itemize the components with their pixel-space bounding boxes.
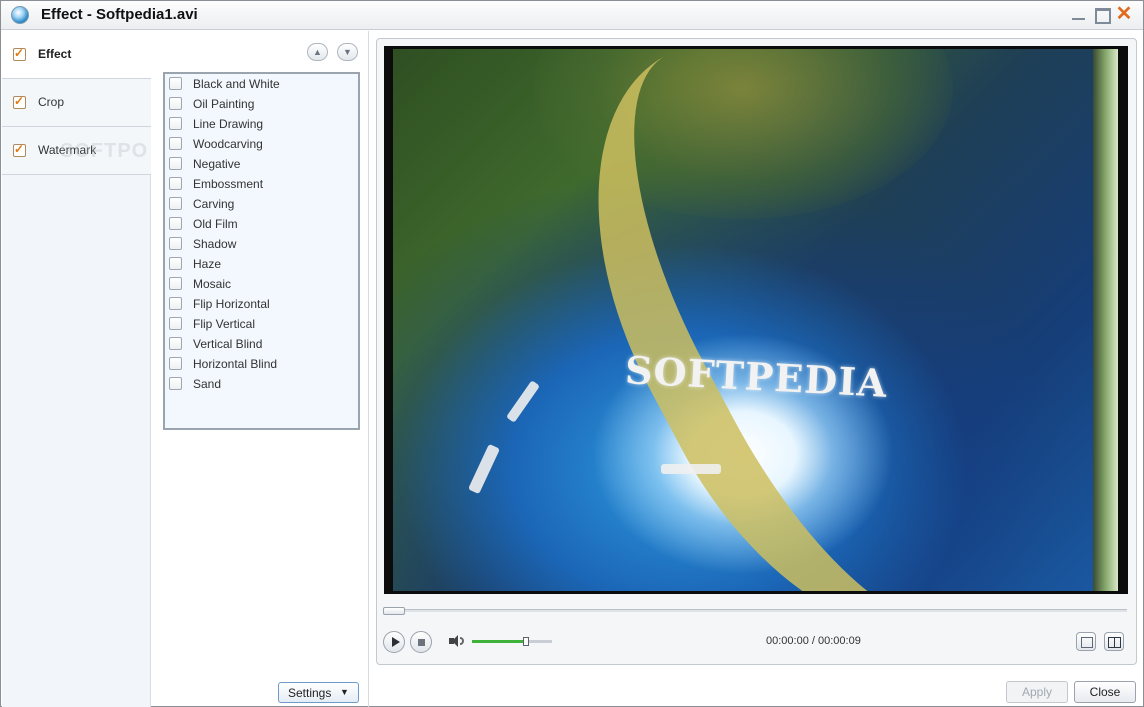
checkbox[interactable] — [169, 177, 182, 190]
stop-button[interactable] — [410, 631, 432, 653]
checkbox[interactable] — [169, 117, 182, 130]
minimize-icon[interactable] — [1069, 5, 1089, 25]
checkbox[interactable] — [169, 277, 182, 290]
checkbox[interactable] — [169, 377, 182, 390]
video-light-streak — [467, 443, 501, 495]
checkbox[interactable] — [169, 257, 182, 270]
effect-item-woodcarving[interactable]: Woodcarving — [167, 134, 357, 154]
checkbox[interactable] — [169, 337, 182, 350]
close-button[interactable]: Close — [1074, 681, 1136, 703]
scroll-up-button[interactable]: ▲ — [307, 43, 328, 61]
checkbox[interactable] — [169, 297, 182, 310]
video-frame: SOFTPEDIA — [393, 49, 1118, 591]
effect-item-oil-painting[interactable]: Oil Painting — [167, 94, 357, 114]
tab-effect-checkbox[interactable] — [13, 46, 26, 61]
effect-label: Flip Horizontal — [193, 297, 270, 311]
effect-label: Vertical Blind — [193, 337, 263, 351]
effect-item-carving[interactable]: Carving — [167, 194, 357, 214]
effect-label: Haze — [193, 257, 222, 271]
speaker-cone — [452, 635, 458, 647]
effect-label: Black and White — [193, 77, 280, 91]
effect-item-haze[interactable]: Haze — [167, 254, 357, 274]
effect-item-negative[interactable]: Negative — [167, 154, 357, 174]
effect-label: Oil Painting — [193, 97, 255, 111]
tab-column: Effect Crop Watermark SOFTPO — [2, 31, 151, 707]
effect-label: Negative — [193, 157, 241, 171]
effect-label: Flip Vertical — [193, 317, 256, 331]
close-icon[interactable]: ✕ — [1114, 4, 1134, 25]
tab-effect-label: Effect — [38, 47, 72, 61]
effect-label: Embossment — [193, 177, 264, 191]
effect-item-mosaic[interactable]: Mosaic — [167, 274, 357, 294]
watermark-ghost-text: SOFTPO — [60, 140, 149, 162]
chevron-down-icon: ▼ — [340, 687, 349, 697]
app-globe-icon — [11, 6, 29, 24]
checkbox[interactable] — [169, 157, 182, 170]
checkbox[interactable] — [169, 317, 182, 330]
effect-item-old-film[interactable]: Old Film — [167, 214, 357, 234]
effect-item-black-and-white[interactable]: Black and White — [167, 74, 357, 94]
checkbox[interactable] — [169, 197, 182, 210]
effect-label: Old Film — [193, 217, 238, 231]
sound-wave — [460, 637, 464, 645]
panel-divider — [368, 31, 369, 707]
effect-label: Line Drawing — [193, 117, 264, 131]
scroll-down-button[interactable]: ▼ — [337, 43, 358, 61]
effect-label: Mosaic — [193, 277, 232, 291]
single-view-icon[interactable] — [1076, 632, 1096, 651]
effect-label: Sand — [193, 377, 222, 391]
effect-item-line-drawing[interactable]: Line Drawing — [167, 114, 357, 134]
checkbox[interactable] — [169, 217, 182, 230]
effect-label: Carving — [193, 197, 235, 211]
checkbox[interactable] — [169, 97, 182, 110]
checkbox[interactable] — [169, 77, 182, 90]
effect-item-flip-horizontal[interactable]: Flip Horizontal — [167, 294, 357, 314]
effect-label: Horizontal Blind — [193, 357, 278, 371]
checkbox[interactable] — [169, 137, 182, 150]
effect-item-horizontal-blind[interactable]: Horizontal Blind — [167, 354, 357, 374]
checkbox[interactable] — [169, 237, 182, 250]
tab-crop-checkbox[interactable] — [13, 94, 26, 109]
effect-list: Black and White Oil Painting Line Drawin… — [163, 72, 360, 430]
checkbox[interactable] — [169, 357, 182, 370]
video-light-streak — [505, 380, 541, 423]
effect-label: Shadow — [193, 237, 237, 251]
tab-watermark-checkbox[interactable] — [13, 142, 26, 157]
seek-thumb[interactable] — [383, 607, 405, 615]
settings-label: Settings — [288, 686, 332, 700]
seek-bar[interactable] — [384, 609, 1127, 612]
effect-item-flip-vertical[interactable]: Flip Vertical — [167, 314, 357, 334]
tab-crop-label: Crop — [38, 95, 65, 109]
time-display: 00:00:00 / 00:00:09 — [766, 635, 861, 647]
settings-button[interactable]: Settings ▼ — [278, 682, 359, 703]
volume-level-fill — [472, 640, 526, 643]
tab-crop[interactable]: Crop — [2, 79, 151, 127]
tab-watermark[interactable]: Watermark SOFTPO — [2, 127, 151, 175]
window-title: Effect - Softpedia1.avi — [41, 6, 198, 23]
effect-item-sand[interactable]: Sand — [167, 374, 357, 394]
effect-item-vertical-blind[interactable]: Vertical Blind — [167, 334, 357, 354]
split-view-icon[interactable] — [1104, 632, 1124, 651]
video-preview: SOFTPEDIA — [384, 46, 1128, 594]
effect-window: Effect - Softpedia1.avi ✕ Effect Crop Wa… — [0, 0, 1144, 707]
play-button[interactable] — [383, 631, 405, 653]
effect-label: Woodcarving — [193, 137, 263, 151]
tab-effect[interactable]: Effect — [2, 31, 151, 79]
effect-item-embossment[interactable]: Embossment — [167, 174, 357, 194]
video-edge-strip — [1093, 49, 1118, 591]
volume-icon[interactable] — [449, 634, 465, 648]
apply-button[interactable]: Apply — [1006, 681, 1068, 703]
maximize-icon[interactable] — [1092, 5, 1112, 25]
title-bar[interactable]: Effect - Softpedia1.avi ✕ — [1, 1, 1143, 30]
volume-thumb[interactable] — [523, 637, 529, 646]
effect-item-shadow[interactable]: Shadow — [167, 234, 357, 254]
video-light-streak — [661, 464, 721, 474]
